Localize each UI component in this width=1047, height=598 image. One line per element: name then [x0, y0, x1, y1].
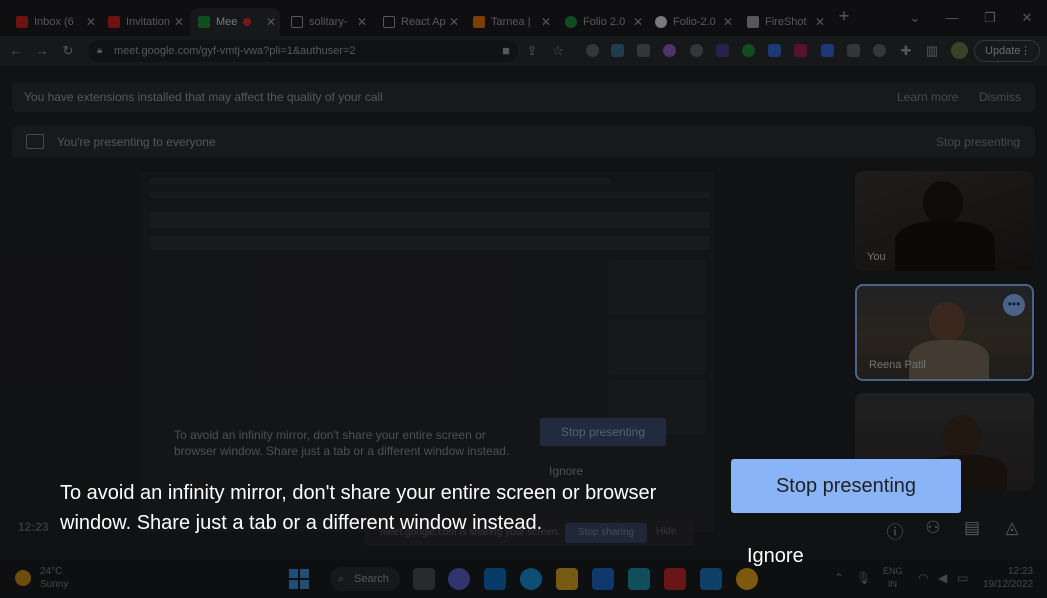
infinity-mirror-warning: To avoid an infinity mirror, don't share…	[60, 482, 657, 534]
ignore-button[interactable]: Ignore	[747, 545, 804, 568]
stop-presenting-button[interactable]: Stop presenting	[731, 459, 961, 513]
